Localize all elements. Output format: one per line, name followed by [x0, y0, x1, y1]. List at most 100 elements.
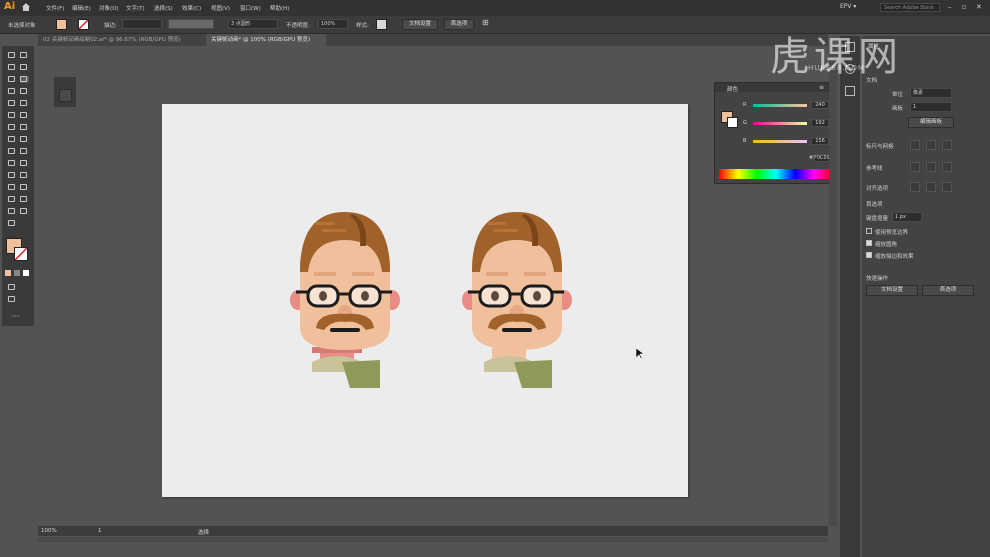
snap-glyph-icon[interactable]: [942, 182, 952, 192]
menu-object[interactable]: 对象(O): [99, 4, 119, 12]
stroke-swatch[interactable]: [78, 19, 89, 30]
column-graph-tool-icon[interactable]: [8, 196, 17, 203]
tab-doc-02[interactable]: 02 关键帧动画绘制02.ai* @ 96.67% (RGB/GPU 预览): [38, 34, 206, 46]
anchor-tool-icon[interactable]: [8, 88, 17, 95]
direct-selection-tool-icon[interactable]: [20, 52, 29, 59]
rotate-tool-icon[interactable]: [20, 124, 29, 131]
edit-artboards-button[interactable]: 编辑画板: [908, 117, 954, 128]
preview-bounds-checkbox[interactable]: [866, 228, 872, 234]
hand-tool-icon[interactable]: [20, 208, 29, 215]
menu-type[interactable]: 文字(T): [126, 4, 145, 12]
magic-wand-tool-icon[interactable]: [8, 64, 17, 71]
eye-left: [319, 291, 327, 301]
layers-icon[interactable]: [59, 89, 72, 102]
stroke-weight-field[interactable]: [122, 19, 162, 29]
blend-tool-icon[interactable]: [8, 184, 17, 191]
eraser-tool-icon[interactable]: [8, 124, 17, 131]
toolbar-stroke-swatch[interactable]: [14, 247, 28, 261]
scale-corners-checkbox[interactable]: [866, 240, 872, 246]
mesh-tool-icon[interactable]: [20, 160, 29, 167]
vertical-scrollbar[interactable]: [829, 46, 837, 526]
shape-builder-tool-icon[interactable]: [20, 148, 29, 155]
width-tool-icon[interactable]: [20, 136, 29, 143]
more-tools-icon[interactable]: ···: [12, 312, 20, 321]
pixel-grid-icon[interactable]: [942, 140, 952, 150]
draw-mode-icon[interactable]: [8, 284, 17, 291]
libraries-icon[interactable]: [845, 86, 855, 96]
qa-preferences-button[interactable]: 首选项: [922, 285, 974, 296]
brush-definition-field[interactable]: 3 点圆形: [228, 19, 278, 29]
curvature-tool-icon[interactable]: [20, 76, 29, 83]
menu-help[interactable]: 帮助(H): [270, 4, 289, 12]
type-tool-icon[interactable]: [20, 88, 29, 95]
stock-search-input[interactable]: Search Adobe Stock: [880, 3, 940, 12]
scale-tool-icon[interactable]: [8, 136, 17, 143]
menu-select[interactable]: 选择(S): [154, 4, 173, 12]
color-spectrum[interactable]: [719, 169, 833, 179]
shirt-collar: [514, 360, 552, 388]
pen-tool-icon[interactable]: [8, 76, 17, 83]
keyboard-increment-field[interactable]: 1 px: [892, 212, 922, 222]
artboard-tool-icon[interactable]: [20, 196, 29, 203]
slice-tool-icon[interactable]: [8, 208, 17, 215]
none-mode-icon[interactable]: [23, 270, 29, 276]
menu-file[interactable]: 文件(F): [46, 4, 64, 12]
lasso-tool-icon[interactable]: [20, 64, 29, 71]
panel-menu-icon[interactable]: ≡: [819, 84, 824, 91]
zoom-level[interactable]: 100%: [41, 528, 57, 534]
grid-icon[interactable]: [926, 140, 936, 150]
color-stroke-swatch[interactable]: [727, 117, 738, 128]
home-icon[interactable]: [21, 2, 31, 12]
artboard-select[interactable]: 1: [910, 102, 952, 112]
line-tool-icon[interactable]: [8, 100, 17, 107]
units-select[interactable]: 像素: [910, 88, 952, 98]
menu-view[interactable]: 视图(V): [211, 4, 230, 12]
b-slider[interactable]: [753, 140, 807, 143]
snap-pixel-icon[interactable]: [926, 182, 936, 192]
restore-icon[interactable]: ▫: [962, 3, 967, 11]
variable-width-profile[interactable]: [168, 19, 214, 29]
arrange-icon[interactable]: ⊞: [482, 18, 489, 27]
perspective-tool-icon[interactable]: [8, 160, 17, 167]
b-value-field[interactable]: 156: [811, 137, 829, 145]
qa-document-setup-button[interactable]: 文档设置: [866, 285, 918, 296]
gradient-tool-icon[interactable]: [8, 172, 17, 179]
workspace-switcher[interactable]: EPV ▾: [840, 3, 856, 10]
smart-guides-icon[interactable]: [926, 162, 936, 172]
close-icon[interactable]: ✕: [976, 3, 982, 11]
zoom-tool-icon[interactable]: [8, 220, 17, 227]
artboard-number[interactable]: 1: [98, 528, 102, 534]
tab-keyframe-animation[interactable]: 关键帧动画* @ 100% (RGB/GPU 预览): [206, 34, 326, 46]
fill-swatch[interactable]: [56, 19, 67, 30]
free-transform-tool-icon[interactable]: [8, 148, 17, 155]
guides-icon[interactable]: [910, 162, 920, 172]
graphic-style-swatch[interactable]: [376, 19, 387, 30]
eyedropper-tool-icon[interactable]: [20, 172, 29, 179]
selection-tool-icon[interactable]: [8, 52, 17, 59]
document-setup-button[interactable]: 文档设置: [402, 19, 438, 30]
perspective-grid-icon[interactable]: [942, 162, 952, 172]
menu-window[interactable]: 窗口(W): [240, 4, 261, 12]
r-value-field[interactable]: 240: [811, 101, 829, 109]
color-mode-icon[interactable]: [5, 270, 11, 276]
symbol-sprayer-tool-icon[interactable]: [20, 184, 29, 191]
ruler-icon[interactable]: [910, 140, 920, 150]
gradient-mode-icon[interactable]: [14, 270, 20, 276]
menu-edit[interactable]: 编辑(E): [72, 4, 91, 12]
opacity-field[interactable]: 100%: [318, 19, 348, 29]
g-value-field[interactable]: 192: [811, 119, 829, 127]
horizontal-scrollbar[interactable]: [38, 537, 828, 542]
snap-point-icon[interactable]: [910, 182, 920, 192]
scale-strokes-checkbox[interactable]: [866, 252, 872, 258]
preferences-button[interactable]: 首选项: [444, 19, 474, 30]
pencil-tool-icon[interactable]: [20, 112, 29, 119]
watermark-text: 虎课网: [770, 34, 902, 80]
minimize-icon[interactable]: –: [948, 3, 952, 11]
r-slider[interactable]: [753, 104, 807, 107]
g-slider[interactable]: [753, 122, 807, 125]
artboard[interactable]: [162, 104, 688, 497]
rectangle-tool-icon[interactable]: [20, 100, 29, 107]
paintbrush-tool-icon[interactable]: [8, 112, 17, 119]
menu-effect[interactable]: 效果(C): [182, 4, 201, 12]
screen-mode-icon[interactable]: [8, 296, 17, 303]
